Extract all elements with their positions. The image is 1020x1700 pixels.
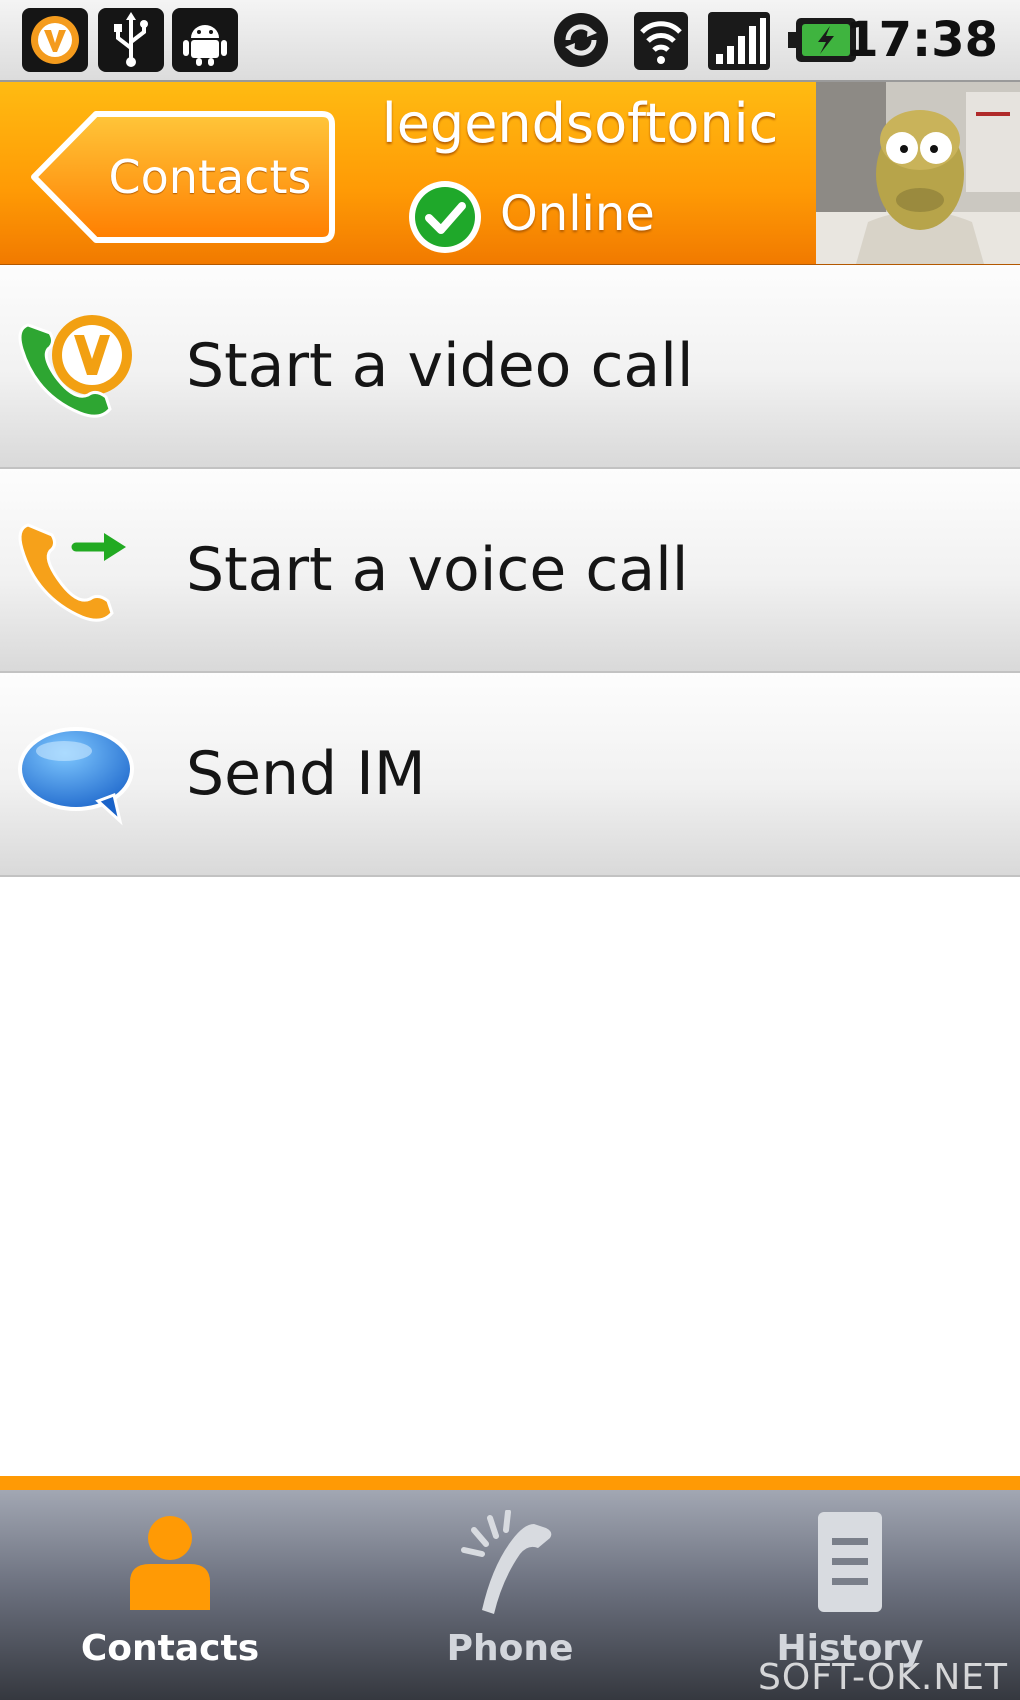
start-video-call-label: Start a video call: [186, 331, 694, 401]
person-icon: [110, 1510, 230, 1620]
tab-phone-label: Phone: [446, 1628, 574, 1669]
history-icon: [790, 1510, 910, 1620]
wifi-icon: [628, 8, 694, 72]
android-debug-icon: [172, 8, 238, 72]
phone-icon: [450, 1509, 570, 1620]
contact-header: Contacts legendsoftonic Online: [0, 82, 1020, 267]
send-im-label: Send IM: [186, 739, 426, 809]
tabbar-accent-line: [0, 1476, 1020, 1490]
status-bar: 17:38: [0, 0, 1020, 82]
contact-username: legendsoftonic: [381, 92, 779, 155]
start-video-call-item[interactable]: Start a video call: [0, 265, 1020, 469]
tab-contacts-label: Contacts: [80, 1628, 260, 1669]
send-im-item[interactable]: Send IM: [0, 673, 1020, 877]
start-voice-call-label: Start a voice call: [186, 535, 689, 605]
video-call-icon: [14, 309, 144, 429]
sync-icon: [548, 8, 614, 72]
usb-icon: [98, 8, 164, 72]
voice-call-icon: [14, 513, 144, 633]
bottom-tab-bar: Contacts Phone History SOFT-OK.NET: [0, 1490, 1020, 1700]
oovoo-notification-icon[interactable]: [22, 8, 88, 72]
start-voice-call-item[interactable]: Start a voice call: [0, 469, 1020, 673]
back-to-contacts-button[interactable]: Contacts: [30, 110, 336, 244]
online-check-icon: [406, 178, 484, 256]
presence-status-label: Online: [500, 186, 655, 242]
signal-icon: [706, 8, 772, 72]
chat-bubble-icon: [14, 717, 144, 837]
tab-phone[interactable]: Phone: [340, 1490, 680, 1700]
watermark-text: SOFT-OK.NET: [758, 1657, 1008, 1698]
back-button-label: Contacts: [108, 150, 312, 204]
tab-contacts[interactable]: Contacts: [0, 1490, 340, 1700]
contact-avatar[interactable]: [816, 82, 1020, 264]
status-clock: 17:38: [845, 12, 998, 68]
